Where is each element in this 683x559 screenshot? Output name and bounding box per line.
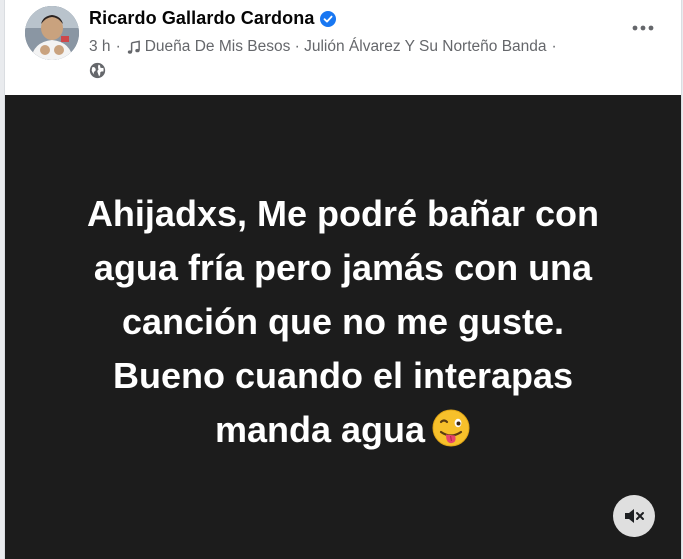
more-options-icon	[632, 25, 654, 31]
caption-line: Ahijadxs, Me podré bañar con	[86, 193, 600, 234]
globe-icon[interactable]	[89, 62, 106, 79]
post-header: Ricardo Gallardo Cardona 3 h · Dueña De …	[5, 0, 681, 95]
meta-separator: ·	[115, 38, 121, 55]
mute-button[interactable]	[613, 495, 655, 537]
meta-separator-trailing: ·	[551, 38, 557, 55]
author-avatar[interactable]	[25, 6, 79, 60]
author-row: Ricardo Gallardo Cardona	[89, 8, 337, 29]
more-options-button[interactable]	[627, 14, 659, 42]
speaker-muted-icon	[625, 509, 644, 523]
verified-badge-icon	[320, 10, 337, 27]
post-meta: 3 h · Dueña De Mis Besos · Julión Álvare…	[89, 38, 562, 56]
winking-face-with-tongue-icon	[432, 409, 470, 447]
caption-line: canción que no me guste.	[121, 301, 565, 342]
feed-post: Ricardo Gallardo Cardona 3 h · Dueña De …	[4, 0, 682, 559]
avatar-photo-icon	[25, 6, 79, 60]
caption-text: manda agua	[214, 409, 426, 450]
song-link[interactable]: Dueña De Mis Besos · Julión Álvarez Y Su…	[145, 38, 547, 56]
author-name[interactable]: Ricardo Gallardo Cardona	[89, 8, 314, 29]
caption-line-last: manda agua	[33, 403, 653, 457]
media-caption: Ahijadxs, Me podré bañar con agua fría p…	[33, 187, 653, 457]
post-timestamp[interactable]: 3 h	[89, 38, 111, 56]
caption-line: agua fría pero jamás con una	[93, 247, 593, 288]
music-note-icon	[127, 40, 140, 54]
caption-line: Bueno cuando el interapas	[112, 355, 574, 396]
post-media[interactable]: Ahijadxs, Me podré bañar con agua fría p…	[5, 95, 681, 559]
